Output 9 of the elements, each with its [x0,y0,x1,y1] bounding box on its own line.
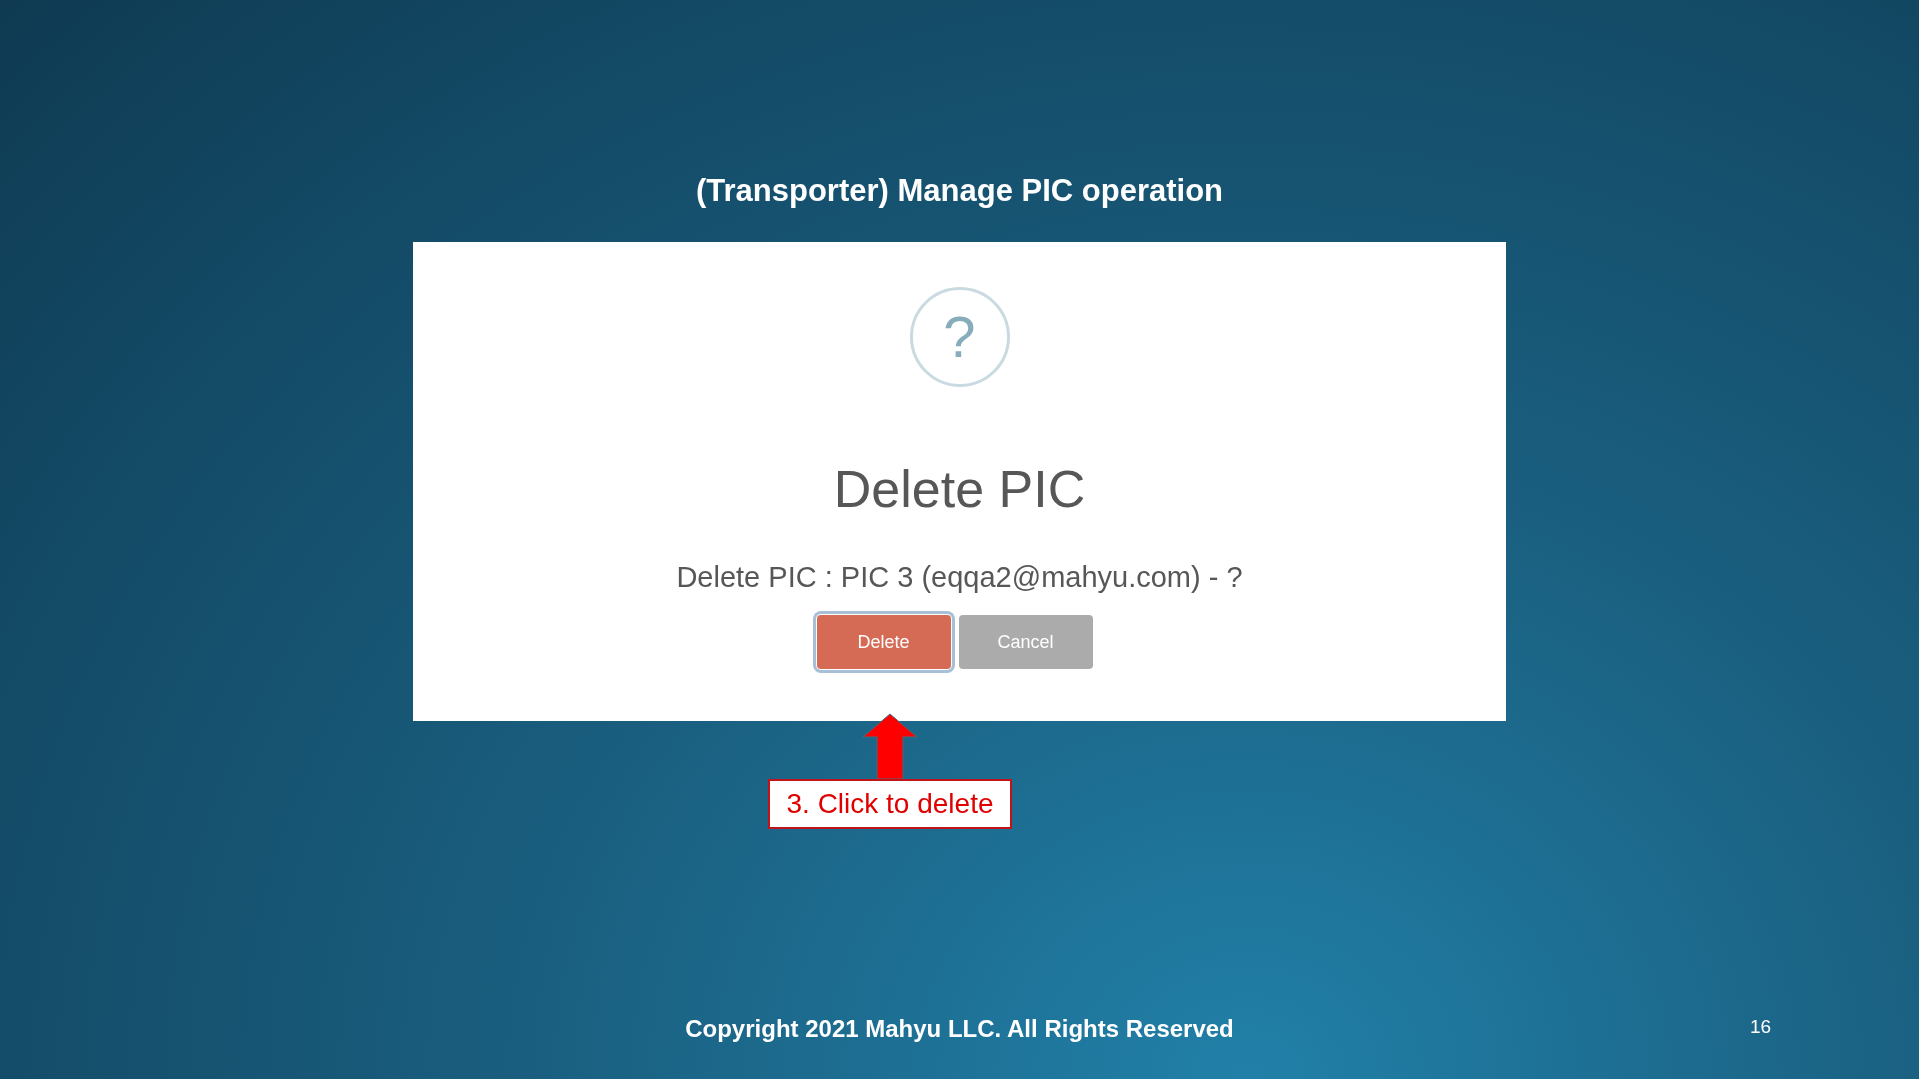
dialog-message: Delete PIC : PIC 3 (eqqa2@mahyu.com) - ? [676,560,1243,595]
callout-label: 3. Click to delete [768,779,1012,829]
question-icon: ? [909,287,1010,387]
copyright-footer: Copyright 2021 Mahyu LLC. All Rights Reserved [685,1011,1234,1047]
slide-title: (Transporter) Manage PIC operation [695,172,1224,210]
cancel-button[interactable]: Cancel [958,615,1093,669]
dialog-heading: Delete PIC [833,459,1086,519]
arrow-icon [862,713,918,779]
page-number: 16 [1750,1015,1772,1039]
